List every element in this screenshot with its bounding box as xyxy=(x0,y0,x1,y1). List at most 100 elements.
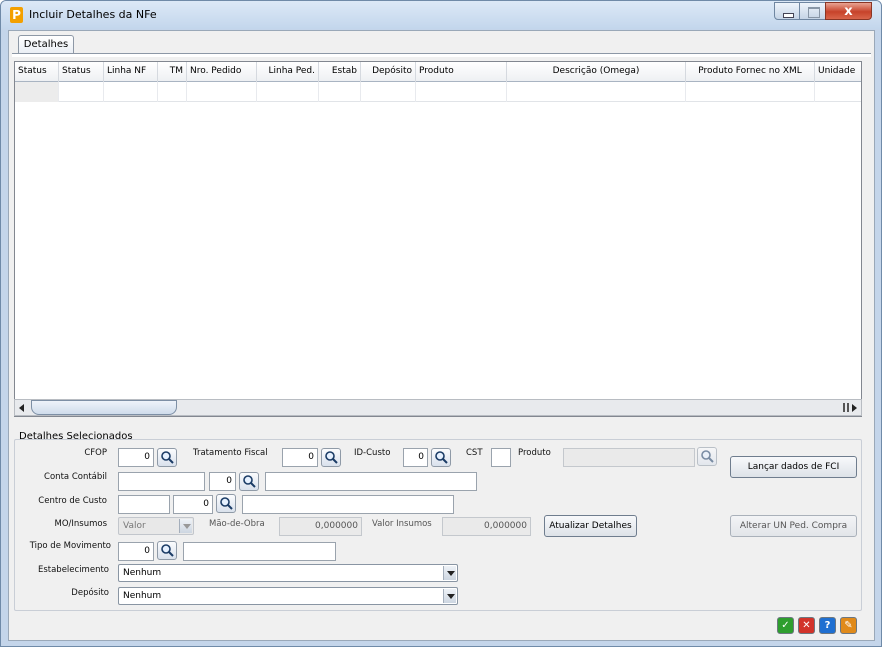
table-cell[interactable] xyxy=(686,82,815,102)
table-cell[interactable] xyxy=(319,82,361,102)
col-header-deposito[interactable]: Depósito xyxy=(361,62,416,82)
chevron-down-icon xyxy=(443,589,456,603)
cst-input[interactable] xyxy=(491,448,511,467)
mao-de-obra-label: Mão-de-Obra xyxy=(209,519,265,529)
window-title: Incluir Detalhes da NFe xyxy=(29,8,157,21)
search-icon xyxy=(325,451,338,464)
centro-custo-label: Centro de Custo xyxy=(38,496,107,506)
table-cell[interactable] xyxy=(815,82,861,102)
scrollbar-thumb[interactable] xyxy=(31,400,177,415)
centro-custo-input[interactable] xyxy=(118,495,170,514)
col-header-nro-pedido[interactable]: Nro. Pedido xyxy=(187,62,257,82)
col-header-produto[interactable]: Produto xyxy=(416,62,507,82)
cst-label: CST xyxy=(466,448,483,458)
table-row[interactable] xyxy=(15,82,861,102)
lancar-fci-button[interactable]: Lançar dados de FCI xyxy=(730,456,857,478)
deposito-label: Depósito xyxy=(71,588,109,598)
produto-search-button[interactable] xyxy=(697,447,717,466)
tools-icon[interactable]: ✎ xyxy=(840,617,857,634)
produto-input[interactable] xyxy=(563,448,695,467)
id-custo-search-button[interactable] xyxy=(431,448,451,467)
search-icon xyxy=(161,451,174,464)
search-icon xyxy=(220,497,233,510)
search-icon xyxy=(161,544,174,557)
cancel-icon[interactable]: ✕ xyxy=(798,617,815,634)
col-header-linha-nf[interactable]: Linha NF xyxy=(104,62,158,82)
tab-panel-border xyxy=(12,53,871,57)
alterar-un-button[interactable]: Alterar UN Ped. Compra xyxy=(730,515,857,537)
centro-custo-search-button[interactable] xyxy=(216,494,236,513)
tratamento-fiscal-input[interactable]: 0 xyxy=(282,448,318,467)
close-button[interactable]: x xyxy=(825,2,872,20)
conta-contabil-desc-input[interactable] xyxy=(265,472,477,491)
valor-insumos-label: Valor Insumos xyxy=(372,519,432,529)
table-cell[interactable] xyxy=(257,82,319,102)
col-header-estab[interactable]: Estab xyxy=(319,62,361,82)
deposito-select[interactable]: Nenhum xyxy=(118,587,458,605)
centro-custo-code-input[interactable]: 0 xyxy=(173,495,213,514)
conta-contabil-code-input[interactable]: 0 xyxy=(209,472,236,491)
estabelecimento-label: Estabelecimento xyxy=(37,565,109,575)
table-cell[interactable] xyxy=(158,82,187,102)
cfop-input[interactable]: 0 xyxy=(118,448,154,467)
tab-detalhes[interactable]: Detalhes xyxy=(18,35,74,54)
mo-insumos-select[interactable]: Valor xyxy=(118,517,194,535)
estabelecimento-select[interactable]: Nenhum xyxy=(118,564,458,582)
horizontal-scrollbar[interactable] xyxy=(14,399,862,416)
id-custo-input[interactable]: 0 xyxy=(403,448,428,467)
conta-contabil-input[interactable] xyxy=(118,472,205,491)
col-header-descricao[interactable]: Descrição (Omega) xyxy=(507,62,686,82)
centro-custo-desc-input[interactable] xyxy=(242,495,454,514)
close-icon: x xyxy=(844,4,853,19)
cfop-search-button[interactable] xyxy=(157,448,177,467)
conta-contabil-label: Conta Contábil xyxy=(44,472,107,482)
col-header-produto-fornec[interactable]: Produto Fornec no XML xyxy=(686,62,815,82)
table-cell[interactable] xyxy=(361,82,416,102)
table-cell[interactable] xyxy=(15,82,59,102)
estabelecimento-value: Nenhum xyxy=(123,568,162,578)
search-icon xyxy=(435,451,448,464)
tipo-movimento-label: Tipo de Movimento xyxy=(29,541,111,551)
conta-contabil-search-button[interactable] xyxy=(239,472,259,491)
grid-header: Status Status Linha NF TM Nro. Pedido Li… xyxy=(15,62,861,82)
col-header-unidade[interactable]: Unidade xyxy=(815,62,861,82)
scroll-grip-icon[interactable] xyxy=(843,403,849,412)
details-grid[interactable]: Status Status Linha NF TM Nro. Pedido Li… xyxy=(14,61,862,417)
help-icon[interactable]: ? xyxy=(819,617,836,634)
tipo-movimento-search-button[interactable] xyxy=(157,541,177,560)
deposito-value: Nenhum xyxy=(123,591,162,601)
table-cell[interactable] xyxy=(416,82,507,102)
cfop-label: CFOP xyxy=(84,448,107,458)
table-cell[interactable] xyxy=(104,82,158,102)
chevron-down-icon xyxy=(179,519,192,533)
tratamento-fiscal-label: Tratamento Fiscal xyxy=(193,448,268,458)
chevron-down-icon xyxy=(443,566,456,580)
title-bar[interactable]: P Incluir Detalhes da NFe x xyxy=(1,1,881,29)
mo-insumos-value: Valor xyxy=(123,521,146,531)
app-logo-icon: P xyxy=(10,7,23,23)
search-icon xyxy=(243,475,256,488)
main-window: P Incluir Detalhes da NFe x Detalhes Sta… xyxy=(0,0,882,647)
client-area: Detalhes Status Status Linha NF TM Nro. … xyxy=(8,30,875,641)
mao-de-obra-input[interactable]: 0,000000 xyxy=(279,517,362,536)
id-custo-label: ID-Custo xyxy=(354,448,391,458)
minimize-button[interactable] xyxy=(774,2,800,20)
table-cell[interactable] xyxy=(507,82,686,102)
col-header-status-2[interactable]: Status xyxy=(59,62,104,82)
maximize-button[interactable] xyxy=(799,2,826,20)
tratamento-fiscal-search-button[interactable] xyxy=(321,448,341,467)
atualizar-detalhes-button[interactable]: Atualizar Detalhes xyxy=(544,515,637,537)
tipo-movimento-desc-input[interactable] xyxy=(183,542,336,561)
mo-insumos-label: MO/Insumos xyxy=(54,519,107,529)
scroll-right-icon[interactable] xyxy=(852,404,857,412)
col-header-tm[interactable]: TM xyxy=(158,62,187,82)
col-header-linha-ped[interactable]: Linha Ped. xyxy=(257,62,319,82)
confirm-icon[interactable]: ✓ xyxy=(777,617,794,634)
table-cell[interactable] xyxy=(59,82,104,102)
col-header-status-1[interactable]: Status xyxy=(15,62,59,82)
tipo-movimento-input[interactable]: 0 xyxy=(118,542,154,561)
table-cell[interactable] xyxy=(187,82,257,102)
produto-label: Produto xyxy=(518,448,551,458)
scroll-left-icon[interactable] xyxy=(19,404,24,412)
valor-insumos-input[interactable]: 0,000000 xyxy=(442,517,531,536)
